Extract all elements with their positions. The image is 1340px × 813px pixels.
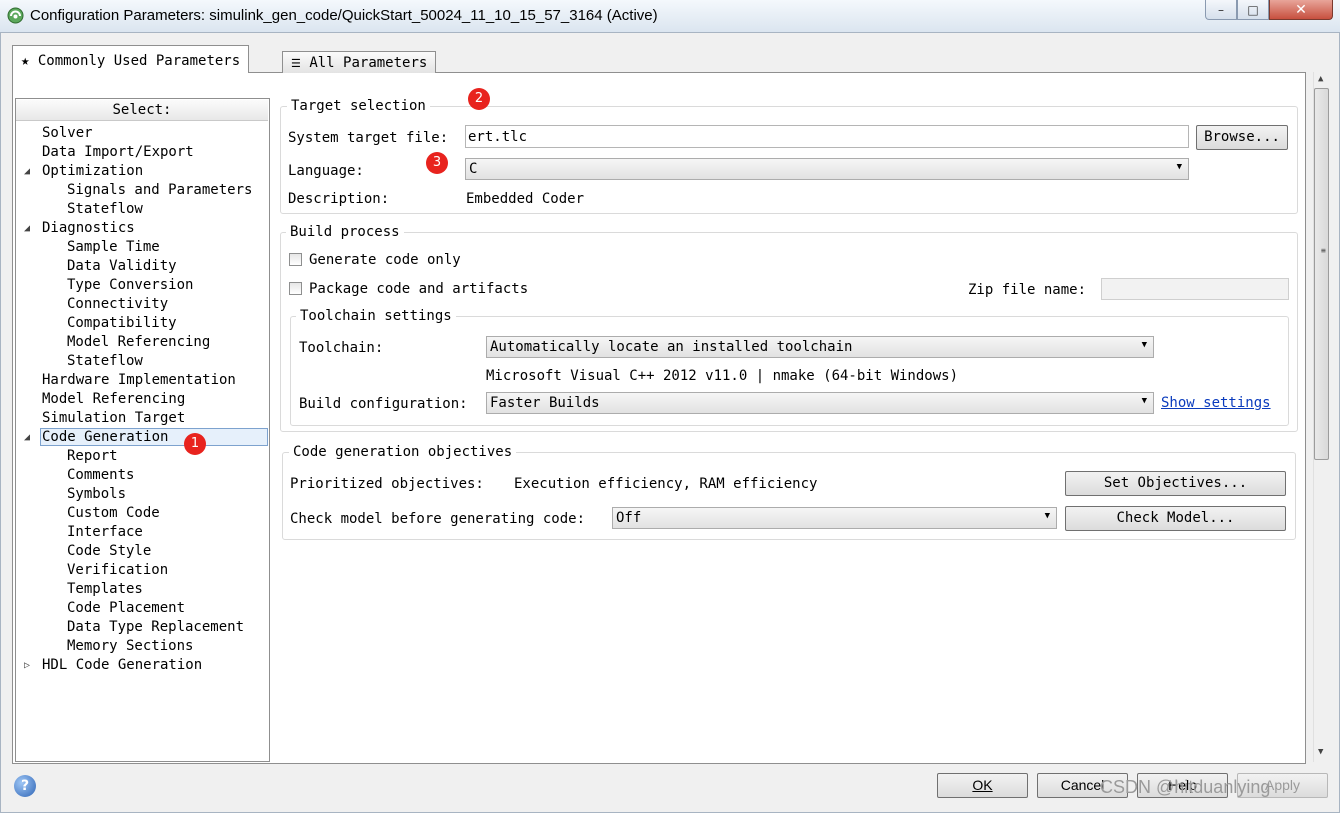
toolchain-label: Toolchain: — [299, 340, 384, 356]
simulink-app-icon — [7, 7, 24, 24]
zip-file-name-input[interactable] — [1101, 278, 1289, 300]
tree-item-signals-and-parameters[interactable]: Signals and Parameters — [67, 181, 252, 200]
check-model-label: Check model before generating code: — [290, 511, 586, 527]
tree-item-data-type-replacement[interactable]: Data Type Replacement — [67, 618, 244, 637]
star-icon: ★ — [21, 53, 30, 69]
tree-item-report[interactable]: Report — [67, 447, 118, 466]
tree-item-memory-sections[interactable]: Memory Sections — [67, 637, 193, 656]
dropdown-arrow-icon: ▼ — [1044, 511, 1050, 521]
tree-item-verification[interactable]: Verification — [67, 561, 168, 580]
check-model-select[interactable]: Off ▼ — [612, 507, 1057, 529]
dropdown-arrow-icon: ▼ — [1141, 396, 1147, 406]
tree-item-model-referencing[interactable]: Model Referencing — [67, 333, 210, 352]
annotation-badge-2: 2 — [468, 88, 490, 110]
tree-item-hardware-implementation[interactable]: Hardware Implementation — [42, 371, 236, 390]
window-title: Configuration Parameters: simulink_gen_c… — [30, 7, 658, 24]
maximize-button[interactable]: □ — [1237, 0, 1269, 20]
system-target-label: System target file: — [288, 130, 449, 146]
prioritized-objectives-value: Execution efficiency, RAM efficiency — [514, 476, 818, 492]
build-configuration-label: Build configuration: — [299, 396, 468, 412]
language-select-value: C — [469, 161, 478, 177]
language-label: Language: — [288, 163, 364, 179]
target-selection-legend: Target selection — [287, 98, 430, 114]
show-settings-link[interactable]: Show settings — [1161, 395, 1271, 411]
tree-item-symbols[interactable]: Symbols — [67, 485, 126, 504]
tree-item-connectivity[interactable]: Connectivity — [67, 295, 168, 314]
ok-button[interactable]: OK — [937, 773, 1028, 798]
expand-arrow-icon[interactable]: ▷ — [24, 656, 30, 675]
tree-header: Select: — [16, 100, 268, 121]
tree-item-model-referencing-top[interactable]: Model Referencing — [42, 390, 185, 409]
tree-item-stateflow-diag[interactable]: Stateflow — [67, 352, 143, 371]
tree-item-data-import-export[interactable]: Data Import/Export — [42, 143, 194, 162]
annotation-badge-3: 3 — [426, 152, 448, 174]
ok-label: OK — [972, 777, 993, 793]
watermark-text: CSDN @hitduanlying — [1100, 777, 1271, 797]
minimize-button[interactable]: – — [1205, 0, 1237, 20]
dropdown-arrow-icon: ▼ — [1176, 162, 1182, 172]
tree-item-custom-code[interactable]: Custom Code — [67, 504, 160, 523]
tab-all-parameters[interactable]: ☰ All Parameters — [282, 51, 437, 73]
generate-code-only-label: Generate code only — [309, 252, 461, 268]
language-select[interactable]: C ▼ — [465, 158, 1189, 180]
scrollbar-thumb[interactable] — [1314, 88, 1329, 460]
tree-item-compatibility[interactable]: Compatibility — [67, 314, 177, 333]
check-model-select-value: Off — [616, 510, 642, 526]
build-configuration-select[interactable]: Faster Builds ▼ — [486, 392, 1154, 414]
package-code-label: Package code and artifacts — [309, 281, 529, 297]
tab-label: Commonly Used Parameters — [37, 53, 241, 69]
browse-button[interactable]: Browse... — [1196, 125, 1288, 150]
tree-item-data-validity[interactable]: Data Validity — [67, 257, 177, 276]
description-label: Description: — [288, 191, 390, 207]
tree-item-hdl-code-generation[interactable]: HDL Code Generation — [42, 656, 202, 675]
prioritized-objectives-label: Prioritized objectives: — [290, 476, 484, 492]
toolchain-select-value: Automatically locate an installed toolch… — [490, 339, 853, 355]
tree-item-comments[interactable]: Comments — [67, 466, 134, 485]
tab-label: All Parameters — [309, 55, 428, 71]
tree-item-code-generation[interactable]: Code Generation — [42, 428, 168, 447]
tree-item-code-placement[interactable]: Code Placement — [67, 599, 185, 618]
annotation-badge-1: 1 — [184, 433, 206, 455]
list-icon: ☰ — [291, 57, 301, 70]
build-process-legend: Build process — [286, 224, 404, 240]
close-button[interactable]: ✕ — [1269, 0, 1333, 20]
tree-item-sample-time[interactable]: Sample Time — [67, 238, 160, 257]
tree-item-solver[interactable]: Solver — [42, 124, 93, 143]
tree-item-simulation-target[interactable]: Simulation Target — [42, 409, 185, 428]
tree-item-templates[interactable]: Templates — [67, 580, 143, 599]
description-value: Embedded Coder — [466, 191, 585, 207]
code-generation-objectives-legend: Code generation objectives — [289, 444, 517, 460]
scroll-up-arrow-icon[interactable]: ▲ — [1318, 74, 1323, 84]
tab-commonly-used-parameters[interactable]: ★ Commonly Used Parameters — [12, 45, 250, 73]
toolchain-select[interactable]: Automatically locate an installed toolch… — [486, 336, 1154, 358]
system-target-file-input[interactable]: ert.tlc — [465, 125, 1189, 148]
tree-item-diagnostics[interactable]: Diagnostics — [42, 219, 135, 238]
package-code-checkbox[interactable] — [289, 282, 302, 295]
check-model-button[interactable]: Check Model... — [1065, 506, 1286, 531]
tree-item-type-conversion[interactable]: Type Conversion — [67, 276, 193, 295]
dropdown-arrow-icon: ▼ — [1141, 340, 1147, 350]
scroll-down-arrow-icon[interactable]: ▼ — [1318, 747, 1323, 757]
toolchain-settings-legend: Toolchain settings — [296, 308, 456, 324]
tree-item-interface[interactable]: Interface — [67, 523, 143, 542]
toolchain-detected-text: Microsoft Visual C++ 2012 v11.0 | nmake … — [486, 368, 959, 384]
build-configuration-value: Faster Builds — [490, 395, 600, 411]
tree-item-code-style[interactable]: Code Style — [67, 542, 151, 561]
set-objectives-button[interactable]: Set Objectives... — [1065, 471, 1286, 496]
collapse-arrow-icon[interactable]: ◢ — [24, 219, 30, 238]
tree-item-stateflow[interactable]: Stateflow — [67, 200, 143, 219]
zip-file-name-label: Zip file name: — [968, 282, 1087, 298]
generate-code-only-checkbox[interactable] — [289, 253, 302, 266]
tree-item-optimization[interactable]: Optimization — [42, 162, 143, 181]
help-icon[interactable]: ? — [14, 775, 36, 797]
collapse-arrow-icon[interactable]: ◢ — [24, 428, 30, 447]
collapse-arrow-icon[interactable]: ◢ — [24, 162, 30, 181]
scroll-grip-icon: ≡ — [1321, 246, 1326, 255]
